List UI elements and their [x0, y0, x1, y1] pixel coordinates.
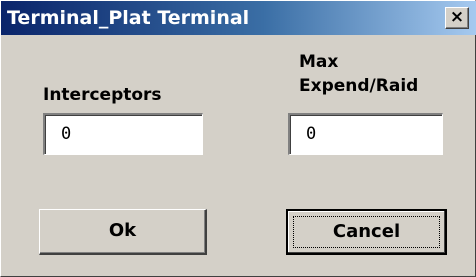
- ok-button-label: Ok: [108, 220, 137, 241]
- interceptors-label: Interceptors: [43, 85, 162, 105]
- dialog-window: Terminal_Plat Terminal × Interceptors 0 …: [0, 0, 476, 277]
- cancel-button-label: Cancel: [332, 221, 401, 242]
- max-expend-label-line2: Expend/Raid: [299, 76, 419, 96]
- max-expend-label-line1: Max: [299, 52, 339, 72]
- title-bar[interactable]: Terminal_Plat Terminal ×: [1, 1, 476, 35]
- max-expend-input[interactable]: 0: [288, 113, 443, 155]
- ok-button[interactable]: Ok: [39, 209, 207, 255]
- window-title: Terminal_Plat Terminal: [7, 7, 250, 29]
- close-icon: ×: [449, 7, 465, 27]
- close-button[interactable]: ×: [445, 7, 469, 29]
- interceptors-input[interactable]: 0: [43, 113, 203, 155]
- cancel-button[interactable]: Cancel: [286, 209, 447, 255]
